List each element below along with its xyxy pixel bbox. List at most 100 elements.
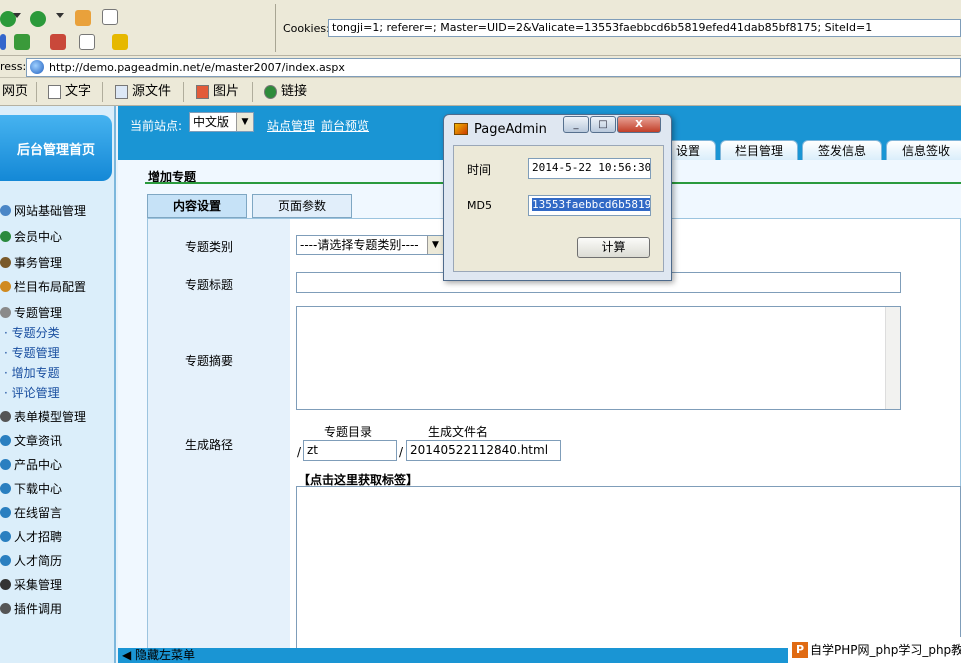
md5-label: MD5	[467, 199, 492, 212]
nav-label: 栏目布局配置	[14, 280, 87, 294]
watermark-logo-icon: P	[792, 642, 808, 658]
md5-selected-text: 13553faebbcd6b5819e	[532, 198, 650, 211]
toolbar-separator	[275, 4, 276, 52]
nav-item-resumes[interactable]: 人才简历	[0, 552, 62, 569]
ie-icon	[0, 507, 11, 518]
nav-item-downloads[interactable]: 下载中心	[0, 480, 62, 497]
link-separator	[102, 82, 103, 102]
maximize-button[interactable]: □	[590, 116, 616, 133]
stop-icon[interactable]	[0, 34, 6, 50]
dir-input[interactable]: zt	[303, 440, 397, 461]
nav-item-topics[interactable]: 专题管理	[0, 304, 62, 321]
summary-label: 专题摘要	[185, 354, 234, 368]
nav-label: 表单模型管理	[14, 410, 87, 424]
cookies-label: Cookies:	[283, 22, 330, 35]
plugin-icon	[0, 603, 11, 614]
summary-textarea[interactable]	[296, 306, 901, 410]
link-separator	[183, 82, 184, 102]
address-input[interactable]: http://demo.pageadmin.net/e/master2007/i…	[26, 58, 961, 77]
nav-item-plugins[interactable]: 插件调用	[0, 600, 62, 617]
nav-sub-topic-category[interactable]: · 专题分类	[4, 324, 60, 341]
link-webpage-label: 网页	[2, 84, 29, 99]
nav-item-products[interactable]: 产品中心	[0, 456, 62, 473]
link-links-label: 链接	[281, 84, 308, 99]
page-icon[interactable]	[102, 9, 118, 25]
layout-icon	[0, 281, 11, 292]
category-select[interactable]: ----请选择专题类别---- ▼	[296, 235, 444, 255]
tab-columns[interactable]: 栏目管理	[720, 140, 798, 162]
admin-home-button[interactable]: 后台管理首页	[0, 115, 112, 181]
close-button[interactable]: X	[617, 116, 661, 133]
nav-sub-add-topic[interactable]: · 增加专题	[4, 364, 60, 381]
filename-input[interactable]: 20140522112840.html	[406, 440, 561, 461]
dir-label: 专题目录	[324, 425, 373, 439]
link-links[interactable]: 链接	[264, 83, 307, 101]
refresh-icon[interactable]	[14, 34, 30, 50]
minimize-button[interactable]: _	[563, 116, 589, 133]
category-select-value: ----请选择专题类别----	[300, 238, 419, 252]
user-icon	[0, 231, 11, 242]
address-label: ress:	[0, 60, 27, 73]
nav-item-site-basics[interactable]: 网站基础管理	[0, 202, 86, 219]
ie-icon	[0, 531, 11, 542]
nav-label: 产品中心	[14, 458, 63, 472]
app-icon	[454, 123, 468, 135]
chevron-down-icon: ▼	[427, 236, 443, 254]
link-source-label: 源文件	[132, 84, 172, 99]
calculate-button[interactable]: 计算	[577, 237, 650, 258]
copy-icon[interactable]	[79, 34, 95, 50]
ie-icon	[0, 483, 11, 494]
path-label: 生成路径	[185, 438, 234, 452]
link-webpage[interactable]: 网页	[2, 83, 28, 101]
nav-item-articles[interactable]: 文章资讯	[0, 432, 62, 449]
nav-item-members[interactable]: 会员中心	[0, 228, 62, 245]
nav-label: 人才招聘	[14, 530, 63, 544]
nav-label: 事务管理	[14, 256, 63, 270]
time-input[interactable]: 2014-5-22 10:56:30	[528, 158, 651, 179]
nav-item-messages[interactable]: 在线留言	[0, 504, 62, 521]
nav-item-layout[interactable]: 栏目布局配置	[0, 278, 86, 295]
category-label: 专题类别	[185, 240, 234, 254]
dropdown-arrow-icon[interactable]	[56, 13, 64, 21]
link-text[interactable]: 文字	[48, 83, 91, 101]
forward-icon[interactable]	[30, 11, 46, 27]
print-icon[interactable]	[50, 34, 66, 50]
site-management-link[interactable]: 站点管理	[267, 117, 315, 134]
nav-label: 文章资讯	[14, 434, 63, 448]
tab-page-params[interactable]: 页面参数	[252, 194, 352, 218]
summary-scrollbar[interactable]	[885, 307, 900, 409]
filename-label: 生成文件名	[428, 425, 489, 439]
tab-publish[interactable]: 签发信息	[802, 140, 882, 162]
nav-item-collect[interactable]: 采集管理	[0, 576, 62, 593]
dropdown-arrow-icon[interactable]	[13, 13, 21, 21]
nav-item-affairs[interactable]: 事务管理	[0, 254, 62, 271]
home-icon[interactable]	[75, 10, 91, 26]
link-images[interactable]: 图片	[196, 83, 239, 101]
link-separator	[252, 82, 253, 102]
tab-receive[interactable]: 信息签收	[886, 140, 961, 162]
ie-page-icon	[30, 60, 44, 74]
lock-icon[interactable]	[112, 34, 128, 50]
nav-sub-topic-manage[interactable]: · 专题管理	[4, 344, 60, 361]
nav-sub-comments[interactable]: · 评论管理	[4, 384, 60, 401]
topic-icon	[0, 307, 11, 318]
time-label: 时间	[467, 163, 492, 177]
nav-label: 采集管理	[14, 578, 63, 592]
front-preview-link[interactable]: 前台预览	[321, 117, 369, 134]
nav-label: 会员中心	[14, 230, 63, 244]
nav-label: 插件调用	[14, 602, 63, 616]
nav-item-forms[interactable]: 表单模型管理	[0, 408, 86, 425]
link-source[interactable]: 源文件	[115, 83, 171, 101]
site-select[interactable]: 中文版 ▼	[189, 112, 254, 132]
cookies-field[interactable]: tongji=1; referer=; Master=UID=2&Valicat…	[328, 19, 961, 37]
slash-text: /	[297, 445, 302, 459]
content-editor[interactable]	[296, 486, 961, 650]
hammer-icon	[0, 257, 11, 268]
tab-content-settings[interactable]: 内容设置	[147, 194, 247, 218]
md5-input[interactable]: 13553faebbcd6b5819e	[528, 195, 651, 216]
ie-icon	[0, 435, 11, 446]
nav-item-recruit[interactable]: 人才招聘	[0, 528, 62, 545]
link-separator	[36, 82, 37, 102]
nav-label: 下载中心	[14, 482, 63, 496]
collect-icon	[0, 579, 11, 590]
